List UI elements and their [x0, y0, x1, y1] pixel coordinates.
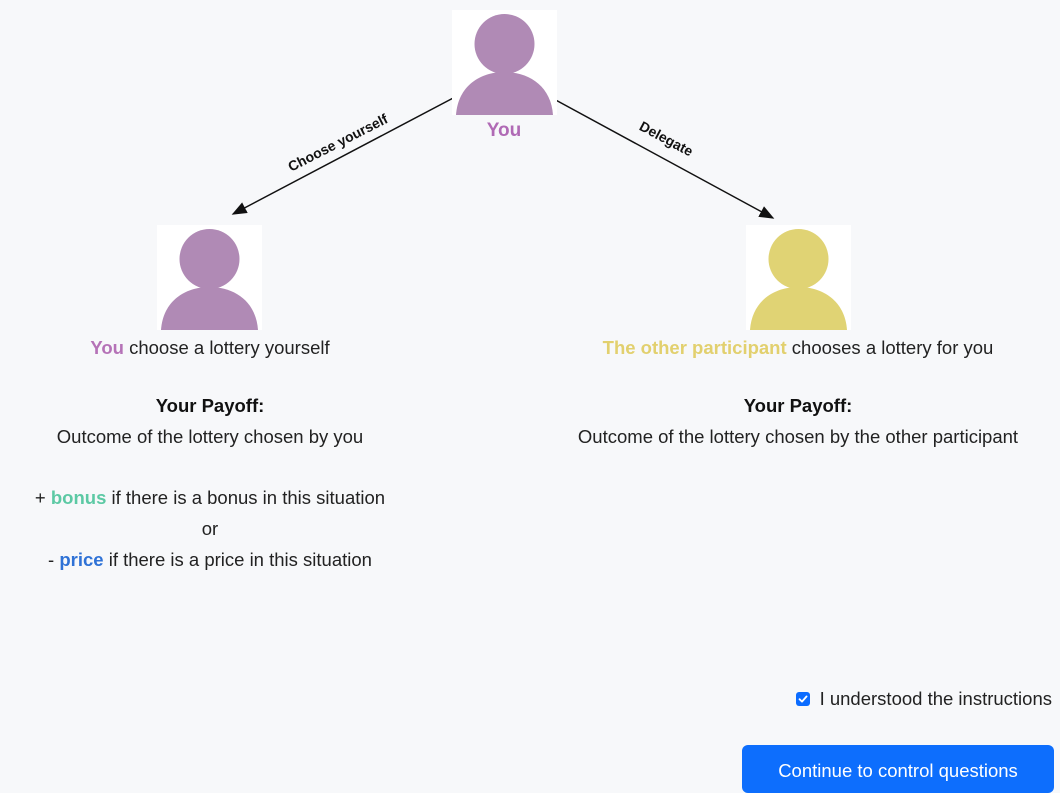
arrow-right-label: Delegate	[637, 118, 696, 160]
right-headline: The other participant chooses a lottery …	[540, 337, 1056, 359]
price-prefix: -	[48, 549, 60, 570]
delegation-diagram: Choose yourself Delegate You	[0, 0, 1060, 340]
left-payoff-text: Outcome of the lottery chosen by you	[56, 426, 364, 447]
person-icon	[750, 229, 847, 330]
you-label: You	[486, 120, 522, 141]
person-icon	[161, 229, 258, 330]
arrow-left-label: Choose yourself	[285, 110, 390, 174]
price-word: price	[59, 549, 104, 570]
left-bonus-line: + bonus if there is a bonus in this situ…	[10, 487, 410, 509]
left-you-avatar	[157, 225, 262, 330]
understood-confirmation[interactable]: I understood the instructions	[795, 688, 1052, 710]
right-payoff-text: Outcome of the lottery chosen by the oth…	[577, 426, 1019, 447]
you-avatar	[452, 10, 557, 115]
person-icon	[456, 14, 553, 115]
arrow-delegate	[551, 97, 775, 219]
other-participant-avatar	[746, 225, 851, 330]
checkmark-icon	[798, 695, 808, 703]
right-headline-rest: chooses a lottery for you	[786, 337, 994, 358]
bonus-rest: if there is a bonus in this situation	[106, 487, 386, 508]
right-payoff-title: Your Payoff:	[743, 395, 853, 416]
arrow-choose-yourself	[231, 95, 458, 215]
left-headline-rest: choose a lottery yourself	[123, 337, 330, 358]
left-payoff-title: Your Payoff:	[155, 395, 265, 416]
understood-label: I understood the instructions	[819, 688, 1052, 709]
right-headline-highlight: The other participant	[602, 337, 787, 358]
bonus-prefix: +	[34, 487, 51, 508]
bonus-word: bonus	[50, 487, 107, 508]
left-price-line: - price if there is a price in this situ…	[10, 549, 410, 571]
price-rest: if there is a price in this situation	[103, 549, 372, 570]
left-or-text: or	[201, 518, 219, 539]
continue-button[interactable]: Continue to control questions	[742, 745, 1054, 793]
left-headline-highlight: You	[90, 337, 124, 358]
understood-checkbox[interactable]	[795, 692, 810, 706]
left-headline: You choose a lottery yourself	[10, 337, 410, 359]
